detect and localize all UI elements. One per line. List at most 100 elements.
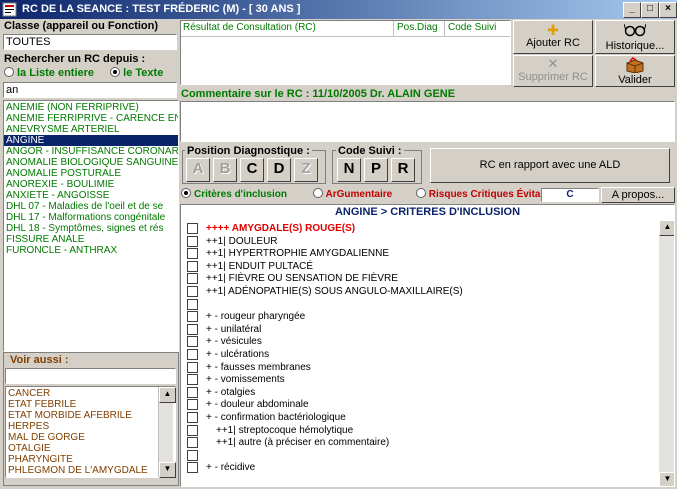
criteria-checkbox[interactable]	[187, 260, 198, 272]
criteria-checkbox[interactable]	[187, 273, 198, 285]
criteria-checkbox[interactable]	[187, 311, 198, 323]
see-also-scrollbar[interactable]: ▲ ▼	[158, 387, 176, 478]
criteria-row[interactable]: + - unilatéral	[187, 323, 261, 336]
criteria-checkbox[interactable]	[187, 386, 198, 398]
rc-list-item[interactable]: ANOMALIE POSTURALE	[4, 168, 178, 179]
pos-diag-d-button[interactable]: D	[267, 158, 291, 182]
criteria-row[interactable]: + - fausses membranes	[187, 361, 311, 374]
criteria-row[interactable]: + - otalgies	[187, 386, 255, 399]
minimize-button[interactable]: _	[623, 2, 641, 18]
criteria-checkbox[interactable]	[187, 286, 198, 297]
radio-list-label[interactable]: la Liste entiere	[17, 67, 94, 79]
tab-risques-radio[interactable]	[415, 188, 426, 198]
class-field[interactable]: TOUTES	[3, 34, 177, 50]
see-also-item[interactable]: ETAT MORBIDE AFEBRILE	[6, 410, 175, 421]
criteria-row[interactable]: ++1| FIÈVRE OU SENSATION DE FIÈVRE	[187, 273, 398, 285]
rc-list-item[interactable]: FISSURE ANALE	[4, 234, 178, 245]
criteria-checkbox[interactable]	[187, 248, 198, 260]
criteria-row[interactable]: + - confirmation bactériologique	[187, 412, 346, 424]
criteria-row[interactable]: ++1| ADÉNOPATHIE(S) SOUS ANGULO-MAXILLAI…	[187, 286, 463, 298]
history-button[interactable]: Historique...	[595, 20, 675, 54]
ald-button[interactable]: RC en rapport avec une ALD	[430, 148, 670, 183]
tab-argumentaire[interactable]: ArGumentaire	[326, 189, 393, 200]
close-button[interactable]: ×	[659, 2, 677, 18]
radio-text-label[interactable]: le Texte	[123, 67, 163, 79]
see-also-item[interactable]: OTALGIE	[6, 443, 175, 454]
rc-list-item[interactable]: ANGINE	[4, 135, 178, 146]
maximize-button[interactable]: □	[641, 2, 659, 18]
criteria-row[interactable]: + - ulcérations	[187, 349, 269, 361]
see-also-item[interactable]: ETAT FEBRILE	[6, 399, 175, 410]
see-also-item[interactable]: HERPES	[6, 421, 175, 432]
criteria-scroll-down-icon[interactable]: ▼	[659, 472, 674, 486]
rc-list[interactable]: ANEMIE (NON FERRIPRIVE) ANEMIE FERRIPRIVE…	[3, 100, 179, 352]
code-suivi-p-button[interactable]: P	[364, 158, 388, 182]
criteria-row[interactable]: + - vomissements	[187, 374, 285, 386]
pos-diag-c-button[interactable]: C	[240, 158, 264, 182]
criteria-row[interactable]: ++1| HYPERTROPHIE AMYGDALIENNE	[187, 248, 389, 260]
criteria-row[interactable]	[187, 298, 206, 311]
col-pos-diag[interactable]: Pos.Diag	[397, 22, 438, 33]
rc-list-item[interactable]: DHL 17 - Malformations congénitale	[4, 212, 178, 223]
rc-table[interactable]: Résultat de Consultation (RC) Pos.Diag C…	[180, 20, 511, 85]
criteria-checkbox[interactable]	[187, 399, 198, 411]
tab-argumentaire-radio[interactable]	[312, 188, 323, 198]
code-suivi-n-button[interactable]: N	[337, 158, 361, 182]
radio-list-icon[interactable]	[4, 67, 14, 77]
rc-list-item[interactable]: DHL 07 - Maladies de l'oeil et de se	[4, 201, 178, 212]
rc-list-item[interactable]: ANEMIE (NON FERRIPRIVE)	[4, 102, 178, 113]
pos-diag-a-button[interactable]: A	[186, 158, 210, 182]
see-also-item[interactable]: PHLEGMON DE L'AMYGDALE	[6, 465, 175, 476]
rc-list-item[interactable]: ANOREXIE - BOULIMIE	[4, 179, 178, 190]
criteria-row[interactable]	[187, 449, 206, 462]
criteria-checkbox[interactable]	[187, 374, 198, 386]
pos-diag-b-button[interactable]: B	[213, 158, 237, 182]
scroll-up-icon[interactable]: ▲	[159, 387, 176, 403]
criteria-row[interactable]: + - récidive	[187, 462, 255, 474]
criteria-row[interactable]: + - vésicules	[187, 336, 262, 348]
see-also-list[interactable]: CANCER ETAT FEBRILE ETAT MORBIDE AFEBRILE H…	[5, 386, 176, 478]
col-code-suivi[interactable]: Code Suivi	[448, 22, 496, 33]
criteria-checkbox[interactable]	[187, 349, 198, 360]
criteria-checkbox[interactable]	[187, 437, 198, 449]
criteria-checkbox[interactable]	[187, 424, 198, 436]
add-rc-button[interactable]: ✚ Ajouter RC	[513, 20, 593, 54]
rc-list-item[interactable]: ANGOR - INSUFFISANCE CORONAR	[4, 146, 178, 157]
see-also-input[interactable]	[5, 368, 176, 384]
criteria-row[interactable]: ++1| ENDUIT PULTACÉ	[187, 260, 313, 273]
criteria-row[interactable]: ++1| autre (à préciser en commentaire)	[187, 437, 389, 449]
radio-text-icon[interactable]	[110, 67, 121, 77]
criteria-checkbox[interactable]	[187, 462, 198, 474]
pos-diag-z-button[interactable]: Z	[294, 158, 318, 182]
criteria-checkbox[interactable]	[187, 298, 198, 310]
rc-list-item[interactable]: ANEMIE FERRIPRIVE - CARENCE EN	[4, 113, 178, 124]
tab-inclusion[interactable]: Critères d'inclusion	[194, 189, 287, 200]
see-also-item[interactable]: MAL DE GORGE	[6, 432, 175, 443]
criteria-scroll-up-icon[interactable]: ▲	[659, 220, 674, 236]
criteria-checkbox[interactable]	[187, 449, 198, 461]
rc-list-item[interactable]: ANXIETE - ANGOISSE	[4, 190, 178, 201]
criteria-row[interactable]: ++1| streptocoque hémolytique	[187, 424, 353, 437]
rc-list-item[interactable]: ANEVRYSME ARTERIEL	[4, 124, 178, 135]
see-also-item[interactable]: CANCER	[6, 388, 175, 399]
delete-rc-button[interactable]: ✕ Supprimer RC	[513, 55, 593, 87]
col-result[interactable]: Résultat de Consultation (RC)	[183, 22, 316, 33]
code-suivi-r-button[interactable]: R	[391, 158, 415, 182]
validate-button[interactable]: Valider	[595, 55, 675, 87]
tab-inclusion-radio[interactable]	[181, 188, 191, 198]
criteria-checkbox[interactable]	[187, 412, 198, 423]
rc-list-item[interactable]: ANOMALIE BIOLOGIQUE SANGUINE	[4, 157, 178, 168]
criteria-scrollbar[interactable]: ▲ ▼	[659, 220, 674, 486]
rc-list-item[interactable]: FURONCLE - ANTHRAX	[4, 245, 178, 256]
comment-textarea[interactable]	[180, 101, 675, 142]
criteria-checkbox[interactable]	[187, 223, 198, 234]
criteria-checkbox[interactable]	[187, 361, 198, 373]
search-input[interactable]: an	[3, 82, 177, 98]
criteria-checkbox[interactable]	[187, 336, 198, 348]
criteria-checkbox[interactable]	[187, 235, 198, 247]
scroll-down-icon[interactable]: ▼	[159, 462, 176, 478]
criteria-row[interactable]: + - rougeur pharyngée	[187, 311, 305, 323]
about-button[interactable]: A propos...	[601, 187, 675, 203]
criteria-row[interactable]: ++++ AMYGDALE(S) ROUGE(S)	[187, 223, 355, 235]
rc-list-item[interactable]: DHL 18 - Symptômes, signes et rés	[4, 223, 178, 234]
